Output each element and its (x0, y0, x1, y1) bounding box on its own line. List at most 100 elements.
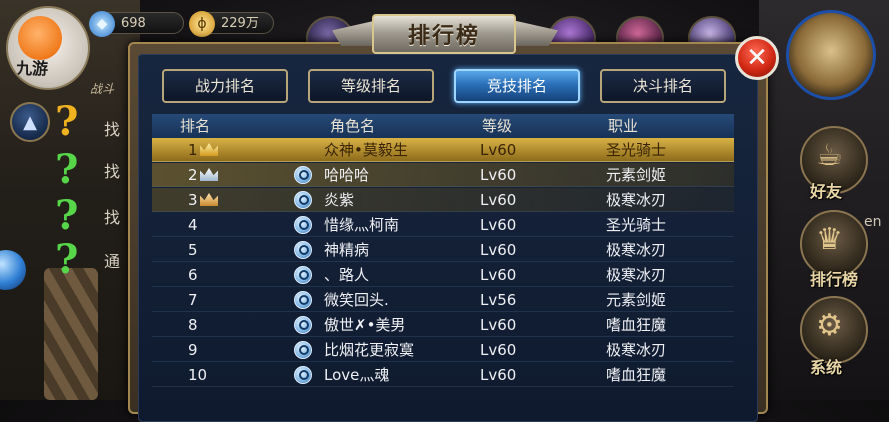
quest-text: 找 (104, 208, 121, 227)
table-row[interactable]: 6 、路人 Lv60 极寒冰刃 (152, 263, 734, 287)
quest-text: 通 (104, 252, 121, 271)
level-cell: Lv60 (480, 266, 517, 284)
class-cell: 元素剑姬 (606, 291, 667, 309)
view-player-icon[interactable] (294, 241, 312, 259)
diamond-icon: ◆ (89, 11, 115, 37)
rank-cell: 4 (188, 216, 198, 234)
mascot-icon (18, 16, 62, 60)
level-cell: Lv60 (480, 341, 517, 359)
rank-cell: 7 (188, 291, 198, 309)
title-wing-right (512, 20, 558, 46)
question-icon[interactable]: ? (55, 236, 78, 283)
name-cell: 神精病 (324, 241, 370, 259)
view-player-icon[interactable] (294, 366, 312, 384)
table-row[interactable]: 9 比烟花更寂寞 Lv60 极寒冰刃 (152, 338, 734, 362)
level-cell: Lv60 (480, 216, 517, 234)
quest-text: 找 (104, 162, 121, 181)
diamond-counter: ◆ 698 (89, 11, 184, 37)
close-button[interactable]: ✕ (735, 36, 779, 80)
level-cell: Lv60 (480, 241, 517, 259)
class-cell: 嗜血狂魔 (606, 366, 667, 384)
view-player-icon[interactable] (294, 266, 312, 284)
rank-cell: 3 (188, 191, 198, 209)
table-row[interactable]: 10 Love灬魂 Lv60 嗜血狂魔 (152, 363, 734, 387)
up-arrow-button[interactable]: ▲ (10, 102, 50, 142)
class-cell: 元素剑姬 (606, 166, 667, 184)
table-row[interactable]: 4 惜缘灬柯南 Lv60 圣光骑士 (152, 213, 734, 237)
table-row[interactable]: 7 微笑回头. Lv56 元素剑姬 (152, 288, 734, 312)
class-cell: 圣光骑士 (606, 141, 667, 159)
rank-cell: 6 (188, 266, 198, 284)
table-row[interactable]: 2 哈哈哈 Lv60 元素剑姬 (152, 163, 734, 187)
window-title: 排行榜 (407, 23, 480, 49)
view-player-icon[interactable] (294, 291, 312, 309)
table-row[interactable]: 1 众神•莫毅生 Lv60 圣光骑士 (152, 138, 734, 162)
quest-text: 找 (104, 120, 121, 139)
player-avatar[interactable]: 九游 (6, 6, 90, 90)
view-player-icon[interactable] (294, 316, 312, 334)
gear-icon: ⚙ (816, 308, 843, 343)
question-icon[interactable]: ? (55, 192, 78, 239)
rank-cell: 2 (188, 166, 198, 184)
level-cell: Lv60 (480, 316, 517, 334)
avatar-label: 九游 (16, 59, 49, 78)
rank-cell: 10 (188, 366, 208, 384)
tab-duel-ranking[interactable]: 决斗排名 (600, 69, 726, 103)
leaderboard-label: 排行榜 (810, 270, 859, 289)
name-cell: 哈哈哈 (324, 166, 370, 184)
world-map-button[interactable] (786, 10, 876, 100)
column-header-level: 等级 (482, 117, 513, 135)
tab-power-ranking[interactable]: 战力排名 (162, 69, 288, 103)
friends-label: 好友 (810, 182, 843, 201)
class-cell: 极寒冰刃 (606, 266, 667, 284)
column-header-rank: 排名 (180, 117, 211, 135)
name-cell: 傲世✗•美男 (324, 316, 406, 334)
battle-label: 战斗 (90, 82, 115, 96)
rank-cell: 5 (188, 241, 198, 259)
view-player-icon[interactable] (294, 166, 312, 184)
gold-value: 229万 (221, 16, 259, 31)
level-cell: Lv60 (480, 166, 517, 184)
rank-cell: 1 (188, 141, 198, 159)
view-player-icon[interactable] (294, 216, 312, 234)
system-label: 系统 (810, 358, 843, 377)
table-header: 排名 角色名 等级 职业 (152, 114, 734, 138)
class-cell: 极寒冰刃 (606, 191, 667, 209)
crown-icon (200, 193, 218, 206)
view-player-icon[interactable] (294, 191, 312, 209)
table-row[interactable]: 5 神精病 Lv60 极寒冰刃 (152, 238, 734, 262)
table-row[interactable]: 8 傲世✗•美男 Lv60 嗜血狂魔 (152, 313, 734, 337)
name-cell: 炎紫 (324, 191, 355, 209)
level-cell: Lv60 (480, 141, 517, 159)
rank-cell: 8 (188, 316, 198, 334)
question-icon[interactable]: ? (55, 146, 78, 193)
name-cell: Love灬魂 (324, 366, 390, 384)
question-icon[interactable]: ? (55, 98, 78, 145)
name-cell: 众神•莫毅生 (324, 141, 408, 159)
crown-icon (200, 168, 218, 181)
trophy-icon: ♛ (816, 222, 843, 257)
name-cell: 、路人 (324, 266, 370, 284)
window-title-plate: 排行榜 (372, 14, 516, 54)
crown-icon (200, 143, 218, 156)
class-cell: 极寒冰刃 (606, 341, 667, 359)
level-cell: Lv60 (480, 366, 517, 384)
tab-arena-ranking[interactable]: 竞技排名 (454, 69, 580, 103)
rank-cell: 9 (188, 341, 198, 359)
name-cell: 比烟花更寂寞 (324, 341, 415, 359)
column-header-class: 职业 (608, 117, 639, 135)
stone-pillar (44, 268, 98, 400)
gold-counter: ϕ 229万 (189, 11, 274, 37)
class-cell: 圣光骑士 (606, 216, 667, 234)
name-cell: 微笑回头. (324, 291, 389, 309)
name-cell: 惜缘灬柯南 (324, 216, 400, 234)
tab-level-ranking[interactable]: 等级排名 (308, 69, 434, 103)
view-player-icon[interactable] (294, 341, 312, 359)
class-cell: 嗜血狂魔 (606, 316, 667, 334)
table-row[interactable]: 3 炎紫 Lv60 极寒冰刃 (152, 188, 734, 212)
mug-icon: ☕ (816, 138, 843, 173)
level-cell: Lv56 (480, 291, 517, 309)
gold-coin-icon: ϕ (189, 11, 215, 37)
partial-text: en (864, 214, 882, 230)
column-header-name: 角色名 (330, 117, 376, 135)
